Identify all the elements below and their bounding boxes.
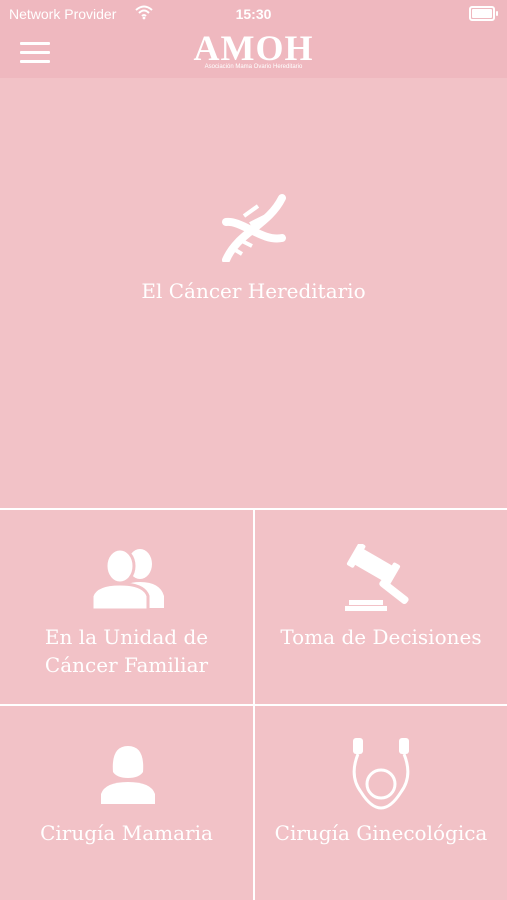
battery-icon: [469, 6, 498, 21]
tile-label-line2: Cáncer Familiar: [44, 653, 209, 677]
people-icon: [90, 547, 164, 610]
gavel-icon: [345, 544, 409, 611]
tile-toma-de-decisiones[interactable]: Toma de Decisiones: [255, 510, 507, 704]
tile-label: Cirugía Mamaria: [40, 821, 213, 845]
status-bar: Network Provider 15:30: [0, 0, 507, 28]
stethoscope-icon: [352, 738, 410, 810]
tile-cirugia-ginecologica[interactable]: Cirugía Ginecológica: [255, 706, 507, 900]
woman-icon: [101, 746, 155, 804]
tile-label: En la Unidad de Cáncer Familiar: [0, 623, 253, 679]
dna-icon: [222, 194, 286, 262]
logo-subtitle: Asociación Mama Ovario Hereditario: [204, 64, 303, 70]
tile-label: Toma de Decisiones: [280, 625, 482, 649]
tile-label: El Cáncer Hereditario: [141, 279, 366, 303]
amoh-logo: AMOH Asociación Mama Ovario Hereditario: [0, 30, 507, 70]
tile-label-line1: En la Unidad de: [44, 625, 209, 649]
clock: 15:30: [235, 6, 272, 22]
logo-title: AMOH: [193, 28, 314, 68]
nav-bar: AMOH Asociación Mama Ovario Hereditario: [0, 28, 507, 78]
tile-label: Cirugía Ginecológica: [274, 821, 488, 845]
tile-cancer-hereditario[interactable]: El Cáncer Hereditario: [0, 78, 507, 508]
tile-cirugia-mamaria[interactable]: Cirugía Mamaria: [0, 706, 253, 900]
tile-unidad-cancer-familiar[interactable]: En la Unidad de Cáncer Familiar: [0, 510, 253, 704]
